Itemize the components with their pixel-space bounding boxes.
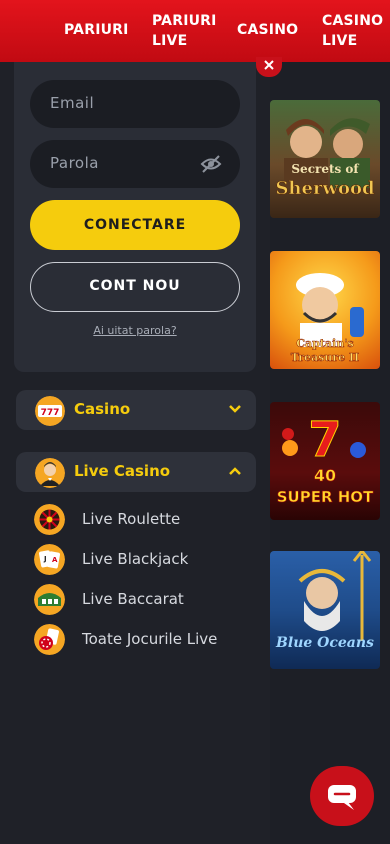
game-title-captain-1: Captain's — [296, 337, 354, 351]
nav-casino-label: CASINO — [237, 22, 299, 38]
dealer-icon — [35, 458, 65, 488]
menu-section-casino[interactable]: 777 Casino — [16, 390, 256, 430]
game-tile-blue-oceans[interactable]: Blue Oceans — [270, 551, 380, 669]
game-tile-sherwood[interactable]: Secrets of Sherwood — [270, 100, 380, 218]
game-title-super-hot-1: 40 — [313, 466, 337, 486]
slot-777-icon: 777 — [35, 396, 65, 426]
forgot-password-link[interactable]: Ai uitat parola? — [14, 324, 256, 337]
blackjack-cards-icon: J A — [34, 544, 65, 575]
chat-button[interactable] — [310, 766, 374, 826]
menu-section-live-casino[interactable]: Live Casino — [16, 452, 256, 492]
roulette-icon — [34, 504, 65, 535]
nav-casino-live-label-1: CASINO — [322, 13, 384, 29]
login-button[interactable]: CONECTARE — [30, 200, 240, 250]
menu-item-live-baccarat-label: Live Baccarat — [82, 590, 184, 608]
menu-casino-label: Casino — [74, 400, 131, 418]
game-art-sherwood — [284, 118, 370, 188]
side-drawer: Email Parola CONECTARE CONT NOU Ai uitat… — [0, 62, 270, 844]
nav-pariuri-live[interactable]: PARIURI LIVE — [152, 11, 217, 51]
register-button[interactable]: CONT NOU — [30, 262, 240, 312]
chevron-up-icon — [229, 467, 241, 475]
game-title-sherwood-1: Secrets of — [291, 162, 359, 176]
game-art-blue-oceans — [298, 551, 372, 641]
menu-item-live-baccarat[interactable]: Live Baccarat — [34, 582, 254, 616]
menu-live-casino-label: Live Casino — [74, 462, 171, 480]
chat-icon — [328, 785, 356, 810]
game-title-sherwood-2: Sherwood — [275, 178, 375, 200]
menu-item-all-live-games-label: Toate Jocurile Live — [82, 630, 218, 648]
nav-pariuri[interactable]: PARIURI — [64, 20, 129, 40]
game-title-super-hot-2: SUPER HOT — [276, 488, 374, 507]
nav-pariuri-label: PARIURI — [64, 22, 129, 38]
game-title-blue-oceans-1: Blue — [276, 635, 313, 651]
game-tile-40-super-hot[interactable]: 7 40 SUPER HOT — [270, 402, 380, 520]
chips-cards-icon — [34, 624, 65, 655]
nav-pariuri-live-label-1: PARIURI — [152, 13, 217, 29]
nav-casino-live[interactable]: CASINO LIVE — [322, 11, 383, 51]
svg-text:777: 777 — [41, 408, 60, 418]
menu-item-all-live-games[interactable]: Toate Jocurile Live — [34, 622, 254, 656]
baccarat-table-icon — [34, 584, 65, 615]
login-card: Email Parola CONECTARE CONT NOU Ai uitat… — [14, 62, 256, 372]
chevron-down-icon — [229, 405, 241, 413]
menu-item-live-roulette[interactable]: Live Roulette — [34, 502, 254, 536]
nav-pariuri-live-label-2: LIVE — [152, 33, 188, 49]
menu-item-live-blackjack[interactable]: J A Live Blackjack — [34, 542, 254, 576]
svg-text:7: 7 — [308, 412, 341, 468]
game-title-captain-2: Treasure II — [290, 351, 360, 365]
svg-text:A: A — [52, 556, 58, 564]
menu-item-live-blackjack-label: Live Blackjack — [82, 550, 189, 568]
game-title-blue-oceans: Blue Oceans — [270, 635, 380, 651]
nav-casino-live-label-2: LIVE — [322, 33, 358, 49]
password-placeholder: Parola — [50, 154, 99, 172]
email-placeholder: Email — [50, 94, 95, 112]
close-icon — [264, 60, 274, 70]
game-tile-captain[interactable]: Captain's Treasure II — [270, 251, 380, 369]
nav-casino[interactable]: CASINO — [237, 20, 298, 40]
eye-off-icon[interactable] — [200, 154, 222, 174]
password-field[interactable]: Parola — [30, 140, 240, 188]
menu-item-live-roulette-label: Live Roulette — [82, 510, 181, 528]
email-field[interactable]: Email — [30, 80, 240, 128]
top-nav: PARIURI PARIURI LIVE CASINO CASINO LIVE — [0, 0, 390, 62]
game-title-blue-oceans-2: Oceans — [317, 635, 374, 651]
svg-text:J: J — [43, 555, 47, 563]
